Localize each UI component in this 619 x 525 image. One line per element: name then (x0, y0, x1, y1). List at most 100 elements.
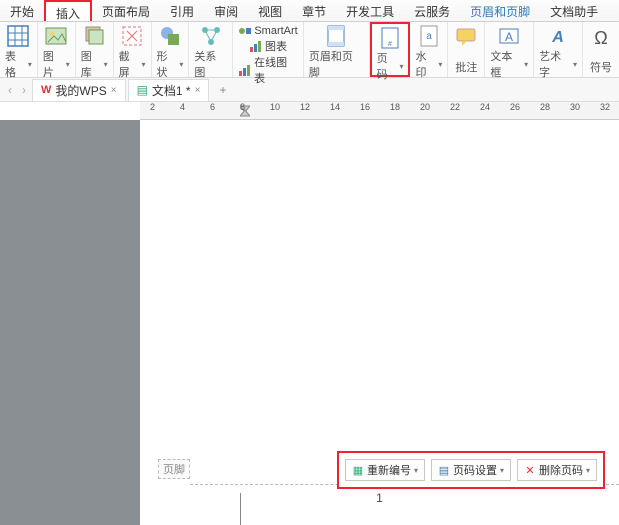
ribbon-picture[interactable]: 图片▾ (38, 22, 76, 77)
dropdown-icon: ▾ (586, 466, 590, 475)
ribbon-table[interactable]: 表格▾ (0, 22, 38, 77)
tab-reference[interactable]: 引用 (160, 0, 204, 21)
pagenumber-label: 页码 (377, 50, 399, 82)
ribbon-smartart[interactable]: SmartArt (238, 24, 297, 38)
gallery-icon (81, 24, 107, 48)
ribbon-onlinechart[interactable]: 在线图表 (238, 54, 298, 86)
tab-cloud[interactable]: 云服务 (404, 0, 460, 21)
textbox-icon: A (496, 24, 522, 48)
ribbon-comment[interactable]: 批注 (448, 22, 485, 77)
deletepage-button[interactable]: ✕ 删除页码 ▾ (517, 459, 597, 481)
wps-logo-icon: W (41, 84, 51, 96)
tab-headerfooter[interactable]: 页眉和页脚 (460, 0, 540, 21)
shapes-icon (157, 24, 183, 48)
ruler-tick: 24 (480, 102, 490, 112)
dropdown-icon: ▾ (524, 60, 528, 69)
document-page[interactable]: 页脚 1 ▦ 重新编号 ▾ ▤ 页码设置 ▾ ✕ 删除页码 ▾ (140, 120, 619, 525)
ruler-tick: 2 (150, 102, 155, 112)
svg-text:A: A (551, 29, 564, 46)
tab-layout[interactable]: 页面布局 (92, 0, 160, 21)
tab-dochelper[interactable]: 文档助手 (540, 0, 608, 21)
svg-text:Ω: Ω (594, 28, 607, 48)
pagenumber-icon: # (377, 26, 403, 50)
ribbon-gallery[interactable]: 图库▾ (76, 22, 114, 77)
footer-toolbar: ▦ 重新编号 ▾ ▤ 页码设置 ▾ ✕ 删除页码 ▾ (337, 451, 605, 489)
ruler-tick: 28 (540, 102, 550, 112)
ribbon-textbox[interactable]: A 文本框▾ (485, 22, 534, 77)
ruler-tick: 22 (450, 102, 460, 112)
ruler-tick: 6 (210, 102, 215, 112)
ruler-tick: 18 (390, 102, 400, 112)
tab-view[interactable]: 视图 (248, 0, 292, 21)
textbox-label: 文本框 (490, 48, 523, 80)
caret-right-icon[interactable]: › (18, 83, 30, 97)
dropdown-icon: ▾ (66, 60, 70, 69)
pagesetup-button[interactable]: ▤ 页码设置 ▾ (431, 459, 511, 481)
ruler-tick: 16 (360, 102, 370, 112)
dropdown-icon: ▾ (414, 466, 418, 475)
horizontal-ruler[interactable]: 2468101214161820222426283032 (140, 102, 619, 120)
document-tabs: ‹ › W 我的WPS × ▤ 文档1 * × + (0, 78, 619, 102)
ribbon-chart[interactable]: 图表 (249, 38, 287, 54)
ruler-tick: 30 (570, 102, 580, 112)
table-label: 表格 (5, 48, 27, 80)
doc-tab-doc1-label: 文档1 * (152, 82, 191, 99)
picture-icon (43, 24, 69, 48)
ribbon-headerfooter[interactable]: 页眉和页脚 (304, 22, 370, 77)
gallery-label: 图库 (81, 48, 103, 80)
ribbon: 表格▾ 图片▾ 图库▾ 截屏▾ 形状▾ 关系图 SmartArt 图表 在线图表… (0, 22, 619, 78)
ribbon-symbol[interactable]: Ω 符号 (583, 22, 619, 77)
ruler-tick: 10 (270, 102, 280, 112)
svg-text:#: # (388, 41, 392, 48)
ruler-tick: 4 (180, 102, 185, 112)
doc-tab-wps-label: 我的WPS (55, 82, 106, 99)
ribbon-watermark[interactable]: a 水印▾ (410, 22, 448, 77)
relations-icon (198, 24, 224, 48)
renumber-button[interactable]: ▦ 重新编号 ▾ (345, 459, 425, 481)
tab-chapter[interactable]: 章节 (292, 0, 336, 21)
ruler-tick: 14 (330, 102, 340, 112)
dropdown-icon: ▾ (141, 60, 145, 69)
add-tab-icon[interactable]: + (211, 83, 234, 97)
dropdown-icon: ▾ (438, 60, 442, 69)
shapes-label: 形状 (157, 48, 179, 80)
svg-text:A: A (505, 30, 513, 44)
smartart-label: SmartArt (254, 25, 297, 37)
wordart-icon: A (545, 24, 571, 48)
doc-tab-doc1[interactable]: ▤ 文档1 * × (128, 79, 210, 101)
watermark-icon: a (416, 24, 442, 48)
ribbon-pagenumber[interactable]: # 页码▾ (370, 22, 411, 77)
close-icon[interactable]: × (195, 85, 201, 96)
renumber-icon: ▦ (352, 464, 364, 476)
relations-label: 关系图 (194, 48, 227, 80)
screenshot-icon (119, 24, 145, 48)
page-gutter (0, 120, 140, 525)
onlinechart-label: 在线图表 (254, 54, 298, 86)
dropdown-icon: ▾ (573, 60, 577, 69)
ribbon-shapes[interactable]: 形状▾ (152, 22, 190, 77)
page-number-display: 1 (376, 491, 383, 505)
ruler-tick: 20 (420, 102, 430, 112)
tab-start[interactable]: 开始 (0, 0, 44, 21)
tab-insert[interactable]: 插入 (44, 0, 92, 21)
pagesetup-label: 页码设置 (453, 462, 497, 478)
caret-left-icon[interactable]: ‹ (4, 83, 16, 97)
tab-dev[interactable]: 开发工具 (336, 0, 404, 21)
wordart-label: 艺术字 (539, 48, 572, 80)
symbol-label: 符号 (590, 59, 612, 75)
ruler-tick: 12 (300, 102, 310, 112)
headerfooter-icon (323, 24, 349, 48)
ribbon-relations[interactable]: 关系图 (189, 22, 233, 77)
ribbon-screenshot[interactable]: 截屏▾ (114, 22, 152, 77)
close-icon[interactable]: × (111, 85, 117, 96)
menu-tabs: 开始 插入 页面布局 引用 审阅 视图 章节 开发工具 云服务 页眉和页脚 文档… (0, 0, 619, 22)
tab-review[interactable]: 审阅 (204, 0, 248, 21)
symbol-icon: Ω (588, 24, 614, 50)
ruler-tick: 8 (240, 102, 245, 112)
delete-icon: ✕ (524, 464, 536, 476)
ruler-tick: 32 (600, 102, 610, 112)
ribbon-wordart[interactable]: A 艺术字▾ (534, 22, 583, 77)
table-icon (5, 24, 31, 48)
watermark-label: 水印 (415, 48, 437, 80)
doc-tab-wps[interactable]: W 我的WPS × (32, 79, 126, 101)
